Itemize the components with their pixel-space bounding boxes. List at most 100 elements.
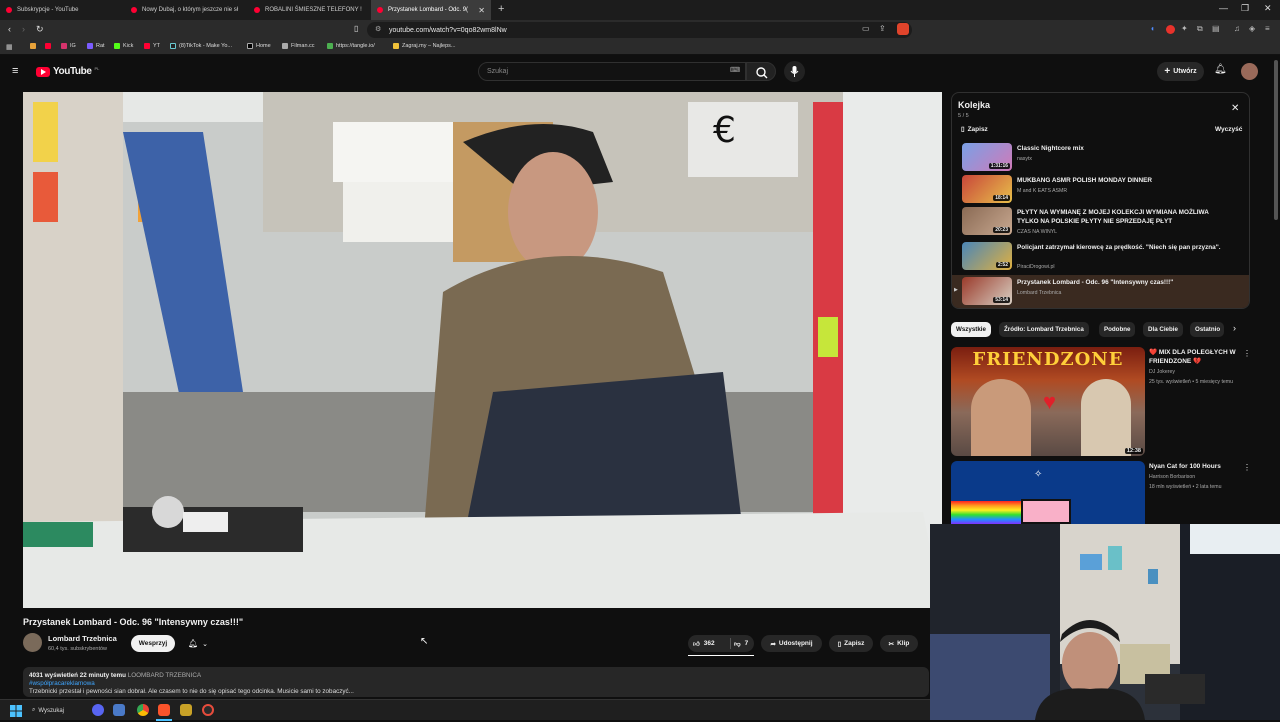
bookmark-tangle[interactable]: https://tangle.io/ bbox=[327, 43, 375, 49]
maximize-button[interactable]: ❐ bbox=[1241, 3, 1249, 14]
recommendation-title[interactable]: Nyan Cat for 100 Hours bbox=[1149, 462, 1241, 471]
bookmark-home[interactable]: Home bbox=[247, 43, 271, 49]
recommendation-meta: 18 mln wyświetleń • 2 lata temu bbox=[1149, 484, 1222, 490]
new-tab-button[interactable]: + bbox=[498, 3, 504, 15]
chip-for-you[interactable]: Dla Ciebie bbox=[1143, 322, 1183, 337]
queue-save-button[interactable]: ▯ Zapisz bbox=[961, 125, 988, 134]
keyboard-icon[interactable]: ⌨ bbox=[730, 66, 740, 74]
subscriber-count: 60,4 tys. subskrybentów bbox=[48, 646, 108, 652]
app-icon[interactable] bbox=[180, 704, 192, 716]
like-button[interactable]: 👍︎ 362 bbox=[693, 640, 727, 648]
chip-all[interactable]: Wszystkie bbox=[951, 322, 991, 337]
chrome-icon[interactable] bbox=[137, 704, 149, 716]
recommendation-channel[interactable]: Harrison Borbarison bbox=[1149, 473, 1195, 481]
recommendation-thumbnail[interactable]: ✧ bbox=[951, 461, 1145, 524]
thumbnail-person bbox=[1081, 379, 1131, 456]
bookmark-ig[interactable]: IG bbox=[61, 43, 76, 49]
chip-source[interactable]: Źródło: Lombard Trzebnica bbox=[999, 322, 1089, 337]
page-scrollbar[interactable] bbox=[1274, 60, 1278, 220]
window-close-button[interactable]: ✕ bbox=[1264, 3, 1272, 14]
channel-avatar[interactable] bbox=[23, 633, 42, 652]
menu-icon[interactable]: ≡ bbox=[1265, 24, 1270, 33]
vpn-icon[interactable]: ◈ bbox=[1249, 24, 1255, 33]
taskbar-search[interactable]: ⌕ Wyszukaj bbox=[32, 704, 82, 717]
more-options-icon[interactable]: ⋮ bbox=[1243, 349, 1251, 358]
save-button[interactable]: ▯ Zapisz bbox=[829, 635, 873, 652]
queue-thumbnail: 1:31:16 bbox=[962, 143, 1012, 171]
chip-recent[interactable]: Ostatnio bbox=[1190, 322, 1224, 337]
sidebar-icon[interactable]: ▤ bbox=[1212, 24, 1220, 33]
chevron-right-icon[interactable]: › bbox=[1233, 323, 1236, 333]
tab-przystanek-lombard[interactable]: Przystanek Lombard - Odc. 9(✕ bbox=[371, 0, 491, 20]
queue-thumbnail: 2:52 bbox=[962, 242, 1012, 270]
queue-item-current[interactable]: 53:14 Przystanek Lombard - Odc. 96 "Inte… bbox=[962, 277, 1247, 307]
voice-search-button[interactable] bbox=[784, 61, 805, 82]
address-bar[interactable]: ⚙ youtube.com/watch?v=0qo82wm8lNw bbox=[367, 22, 912, 38]
apps-grid-icon[interactable]: ▦ bbox=[6, 43, 13, 51]
queue-item[interactable]: 20:23 PŁYTY NA WYMIANĘ Z MOJEJ KOLEKCJI … bbox=[962, 207, 1247, 237]
recommendation-thumbnail[interactable]: FRIENDZONE ♥ 12:38 bbox=[951, 347, 1145, 456]
back-arrow-icon[interactable]: ‹ bbox=[8, 24, 11, 34]
bookmark-filman[interactable]: Filman.cc bbox=[282, 43, 315, 49]
youtube-logo[interactable]: YouTube PL bbox=[36, 66, 99, 77]
reload-icon[interactable]: ↻ bbox=[36, 24, 44, 35]
subscription-bell-button[interactable]: 🔔︎ ⌄ bbox=[182, 635, 214, 652]
recommendation-channel[interactable]: DJ Jokerey bbox=[1149, 368, 1175, 376]
notifications-bell-icon[interactable]: 🔔︎ bbox=[1214, 64, 1227, 75]
instagram-icon bbox=[61, 43, 67, 49]
extension-icon[interactable]: ✦ bbox=[1181, 24, 1188, 33]
hamburger-menu-icon[interactable]: ≡ bbox=[12, 65, 18, 77]
minimize-button[interactable]: — bbox=[1219, 3, 1228, 13]
brave-shield-icon[interactable] bbox=[897, 23, 909, 35]
browser-toolbar: ‹ › ↻ ▯ ⚙ youtube.com/watch?v=0qo82wm8lN… bbox=[0, 20, 1280, 40]
bookmark-yt[interactable]: YT bbox=[144, 43, 160, 49]
queue-clear-button[interactable]: Wyczyść bbox=[1215, 126, 1242, 133]
tab-dubai[interactable]: Nowy Dubaj, o którym jeszcze nie sł bbox=[125, 0, 248, 20]
puzzle-icon[interactable]: ⧉ bbox=[1197, 24, 1203, 34]
tab-subscriptions[interactable]: Subskrypcje - YouTube bbox=[0, 0, 125, 20]
dislike-button[interactable]: 👎︎ 7 bbox=[734, 640, 748, 648]
search-input[interactable]: Szukaj bbox=[478, 62, 746, 81]
bookmark-rat[interactable]: Rat bbox=[87, 43, 105, 49]
share-icon[interactable]: ⇪ bbox=[879, 24, 886, 33]
description-box[interactable]: 4031 wyświetleń 22 minuty temu LOOMBARD … bbox=[23, 667, 929, 697]
bookmark-tiktok[interactable]: (8)TikTok - Make Yo... bbox=[170, 43, 232, 49]
bookmark-kick[interactable]: Kick bbox=[114, 43, 133, 49]
channel-tag[interactable]: LOOMBARD TRZEBNICA bbox=[128, 672, 201, 679]
avatar[interactable] bbox=[1241, 63, 1258, 80]
close-tab-icon[interactable]: ✕ bbox=[478, 6, 485, 15]
support-button[interactable]: Wesprzyj bbox=[131, 635, 175, 652]
channel-name[interactable]: Lombard Trzebnica bbox=[48, 634, 117, 643]
close-queue-icon[interactable]: ✕ bbox=[1231, 103, 1239, 114]
windows-start-icon[interactable] bbox=[10, 704, 22, 717]
music-icon[interactable]: ♫ bbox=[1234, 24, 1240, 33]
like-dislike-group: 👍︎ 362 👎︎ 7 bbox=[688, 635, 754, 652]
create-button[interactable]: + Utwórz bbox=[1157, 62, 1204, 81]
queue-item[interactable]: 18:14 MUKBANG ASMR POLISH MONDAY DINNER … bbox=[962, 175, 1247, 205]
share-button[interactable]: ➦ Udostępnij bbox=[761, 635, 822, 652]
clip-button[interactable]: ✂ Klip bbox=[880, 635, 918, 652]
more-options-icon[interactable]: ⋮ bbox=[1243, 463, 1251, 472]
video-player[interactable]: € bbox=[23, 92, 942, 608]
discord-icon[interactable] bbox=[92, 704, 104, 716]
record-extension-icon[interactable] bbox=[1166, 25, 1175, 34]
site-info-icon[interactable]: ⚙ bbox=[375, 25, 381, 33]
chip-similar[interactable]: Podobne bbox=[1099, 322, 1136, 337]
hashtag-link[interactable]: #współpracareklamowa bbox=[29, 680, 923, 687]
file-explorer-icon[interactable] bbox=[113, 704, 125, 716]
youtube-favicon-icon bbox=[131, 7, 137, 13]
cast-icon[interactable]: ▭ bbox=[862, 24, 870, 33]
bookmark-icon-only[interactable] bbox=[30, 43, 39, 49]
search-button[interactable] bbox=[746, 62, 776, 81]
recommendation-title[interactable]: ❤️ MIX DLA POLEGŁYCH W FRIENDZONE 💔 bbox=[1149, 348, 1241, 366]
obs-icon[interactable] bbox=[202, 704, 214, 716]
bookmark-page-icon[interactable]: ▯ bbox=[354, 24, 358, 33]
bookmark-zagraj[interactable]: Zagraj.my – Najleps... bbox=[393, 43, 456, 49]
brave-icon[interactable] bbox=[158, 704, 170, 716]
forward-arrow-icon[interactable]: › bbox=[22, 24, 25, 34]
queue-item[interactable]: 1:31:16 Classic Nightcore mix nasytx bbox=[962, 143, 1247, 173]
tab-robalini[interactable]: ROBALINI ŚMIESZNE TELEFONY ! bbox=[248, 0, 371, 20]
bookmark-icon-only[interactable] bbox=[45, 43, 54, 49]
audio-icon[interactable]: ◖ bbox=[1150, 24, 1155, 33]
queue-item[interactable]: 2:52 Policjant zatrzymał kierowcę za prę… bbox=[962, 242, 1247, 272]
